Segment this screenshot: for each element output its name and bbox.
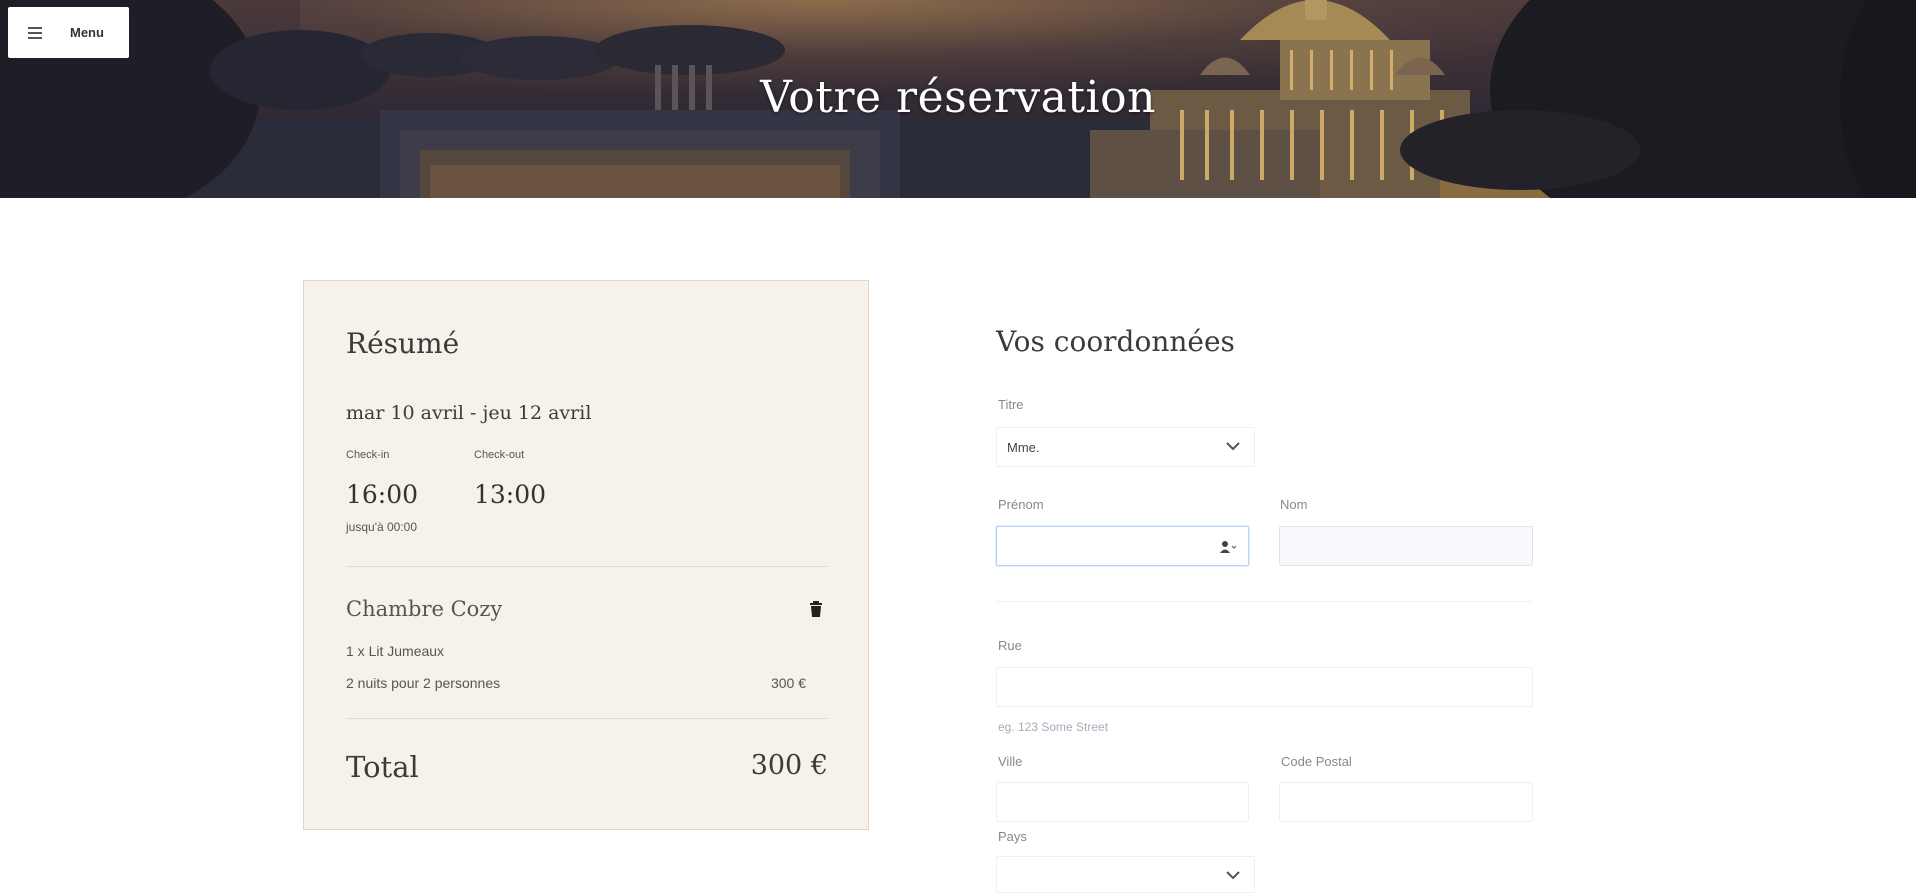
lastname-label: Nom [1280, 497, 1308, 512]
zip-label: Code Postal [1281, 754, 1352, 769]
street-label: Rue [998, 638, 1022, 653]
checkout-label: Check-out [474, 449, 525, 461]
street-input[interactable] [997, 668, 1532, 706]
lastname-field[interactable] [1279, 526, 1533, 566]
total-label: Total [346, 750, 419, 784]
checkin-until: jusqu'à 00:00 [346, 520, 418, 534]
checkin-time: 16:00 [346, 480, 419, 509]
firstname-input[interactable] [997, 527, 1248, 565]
hamburger-icon [28, 26, 42, 39]
page-title: Votre réservation [760, 72, 1156, 123]
title-select[interactable]: Mme. [996, 427, 1255, 467]
contact-autofill-icon[interactable] [1220, 540, 1236, 554]
bed-type: 1 x Lit Jumeaux [346, 643, 445, 659]
hero-banner: Votre réservation [0, 0, 1916, 198]
chevron-down-icon [1226, 442, 1240, 451]
summary-divider [346, 718, 828, 719]
booking-summary-card: Résumé mar 10 avril - jeu 12 avril Check… [303, 280, 869, 830]
street-hint: eg. 123 Some Street [998, 720, 1109, 734]
city-label: Ville [998, 754, 1023, 769]
menu-label: Menu [70, 25, 104, 40]
stay-dates: mar 10 avril - jeu 12 avril [346, 402, 592, 424]
checkout-time: 13:00 [474, 480, 547, 509]
stay-price: 300 € [770, 675, 806, 691]
zip-input[interactable] [1280, 783, 1532, 821]
title-label: Titre [998, 397, 1024, 412]
city-input[interactable] [997, 783, 1248, 821]
menu-button[interactable]: Menu [8, 7, 129, 58]
room-name: Chambre Cozy [346, 597, 503, 621]
firstname-field[interactable] [996, 526, 1249, 566]
chevron-down-icon [1226, 871, 1240, 880]
title-select-value: Mme. [1007, 440, 1040, 455]
lastname-input[interactable] [1280, 527, 1532, 565]
firstname-label: Prénom [998, 497, 1044, 512]
form-divider [996, 601, 1532, 602]
checkin-label: Check-in [346, 449, 390, 461]
summary-divider [346, 566, 828, 567]
form-heading: Vos coordonnées [996, 325, 1235, 358]
trash-icon[interactable] [810, 601, 822, 617]
city-field[interactable] [996, 782, 1249, 822]
stay-description: 2 nuits pour 2 personnes [346, 675, 501, 691]
summary-heading: Résumé [346, 327, 460, 360]
street-field[interactable] [996, 667, 1533, 707]
country-select[interactable] [996, 856, 1255, 893]
zip-field[interactable] [1279, 782, 1533, 822]
country-label: Pays [998, 829, 1027, 844]
total-value: 300 € [750, 750, 828, 781]
